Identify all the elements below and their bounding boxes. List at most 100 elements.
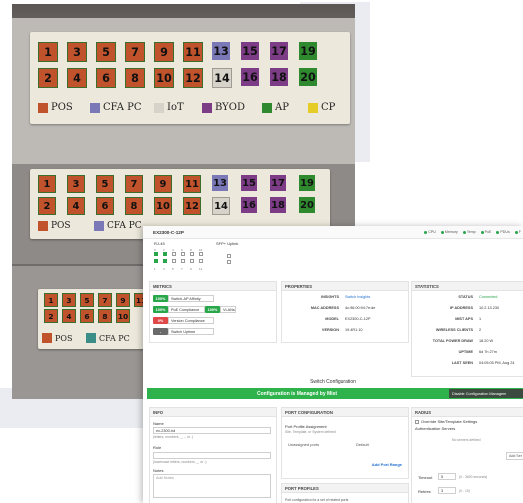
sfp-port-2[interactable] — [227, 260, 231, 264]
timeout-hint: (0 - 3600 seconds) — [459, 475, 488, 479]
override-checkbox[interactable] — [415, 420, 419, 424]
row-value: Connected — [479, 295, 498, 299]
status-dot-icon — [440, 230, 444, 234]
port-number-label: 15 — [241, 42, 259, 60]
legend-label: IoT — [167, 102, 184, 113]
header-stat[interactable]: Temp — [462, 230, 476, 234]
switch-port[interactable] — [190, 252, 194, 256]
port-number-label: 4 — [62, 309, 76, 323]
switch-port[interactable] — [172, 259, 176, 263]
config-managed-banner: Configuration is Managed by Mist Disable… — [147, 388, 523, 399]
port-graphic: RJ-45 SFP+ Uplink 0 2 4 6 8 10 1 3 5 7 9 11 — [151, 240, 271, 280]
header-stat[interactable]: F — [514, 230, 521, 234]
switch-port[interactable] — [163, 252, 167, 256]
sfp-uplink-label: SFP+ Uplink — [216, 241, 239, 246]
row-key: TOTAL POWER DRAW — [432, 339, 473, 343]
port-number-label: 6 — [96, 68, 116, 88]
metric-label[interactable]: Switch Uptime — [168, 328, 214, 335]
add-server-button[interactable]: Add Ser — [506, 452, 523, 460]
row-key: MAC ADDRESS — [310, 306, 339, 310]
switch-port[interactable] — [154, 259, 158, 263]
metric-label[interactable]: PoE Compliance — [168, 306, 205, 313]
timeout-field[interactable]: 5 — [438, 473, 456, 480]
row-value: EX2300-C-12P — [345, 317, 371, 321]
row-key: UPTIME — [458, 350, 473, 354]
port-number: 3 — [163, 267, 165, 271]
header-stat[interactable]: CPU — [424, 230, 436, 234]
header-stat[interactable]: PoE — [480, 230, 492, 234]
port-number-label: 9 — [154, 42, 174, 62]
metric-label[interactable]: VLANs — [220, 306, 236, 313]
port-number-label: 17 — [270, 42, 288, 60]
legend-label: CFA PC — [107, 221, 142, 231]
port-number-label: 14 — [212, 68, 232, 88]
legend-swatch — [154, 102, 164, 113]
port-profiles-panel: PORT PROFILES Port configuration for a s… — [281, 483, 409, 503]
header-stat[interactable]: PDUs — [496, 230, 510, 234]
port-number: 7 — [181, 267, 183, 271]
key-value-row: TOTAL POWER DRAW 18.20 W — [415, 339, 523, 343]
port-number-label: 12 — [183, 68, 203, 88]
retries-field[interactable]: 3 — [438, 487, 456, 494]
header-stat[interactable]: Memory — [440, 230, 458, 234]
port-number: 11 — [199, 267, 203, 271]
switch-port[interactable] — [181, 252, 185, 256]
info-title: INFO — [150, 408, 276, 417]
switch-port[interactable] — [199, 259, 203, 263]
legend-label: BYOD — [215, 102, 245, 113]
disable-config-button[interactable]: Disable Configuration Managem — [449, 389, 523, 398]
port-number-label: 4 — [67, 68, 87, 88]
row-key: MIST APS — [455, 317, 473, 321]
row-value: 18.20 W — [479, 339, 494, 343]
legend-swatch — [90, 102, 100, 113]
header-stat-label: PDUs — [500, 230, 510, 234]
switch-port[interactable] — [172, 252, 176, 256]
header-stat-label: Memory — [444, 230, 458, 234]
switch-port[interactable] — [163, 259, 167, 263]
port-grid — [154, 252, 214, 266]
port-number-label: 17 — [270, 175, 286, 191]
port-number-label: 6 — [80, 309, 94, 323]
legend-swatch — [202, 102, 212, 113]
status-dot-icon — [496, 230, 500, 234]
header-stats: CPU Memory Temp PoE PDUs F — [424, 230, 521, 234]
override-label: Override Site/Template Settings — [421, 419, 478, 424]
port-config-panel: PORT CONFIGURATION Port Profile Assignme… — [281, 407, 409, 479]
port-assignment-label: Port Profile Assignment — [285, 424, 327, 429]
header-stat-label: PoE — [484, 230, 492, 234]
switch-port[interactable] — [190, 259, 194, 263]
port-number-label: 16 — [241, 197, 257, 213]
legend-entry: AP — [262, 102, 289, 113]
switch-port[interactable] — [154, 252, 158, 256]
port-number-label: 19 — [299, 42, 317, 60]
port-number-label: 11 — [183, 42, 203, 62]
unassigned-ports-label: Unassigned ports — [288, 442, 320, 447]
port-number-label: 3 — [67, 175, 85, 193]
key-value-row: MODEL EX2300-C-12P — [285, 317, 411, 321]
port-number-label: 3 — [67, 42, 87, 62]
metrics-panel: METRICS 100% Switch-AP Affinity 100% PoE Co… — [149, 281, 277, 343]
switch-port[interactable] — [181, 259, 185, 263]
row-value: 4c:96:00:94:7e:de — [345, 306, 376, 310]
legend-entry: IoT — [154, 102, 184, 113]
row-value: 6d 7h 27m — [479, 350, 497, 354]
notes-label: Notes — [153, 468, 164, 473]
add-port-range-link[interactable]: Add Port Range — [372, 462, 402, 467]
key-value-row: IP ADDRESS 10.2.13.230 — [415, 306, 523, 310]
notes-field[interactable]: Add Notes — [153, 474, 271, 498]
sfp-port-1[interactable] — [227, 254, 231, 258]
name-field[interactable]: ex-2300-hd — [153, 427, 271, 434]
port-profiles-title: PORT PROFILES — [282, 484, 408, 493]
role-field[interactable] — [153, 452, 271, 459]
header-stat-label: F — [518, 230, 521, 234]
legend-label: CFA PC — [99, 333, 130, 343]
metric-label[interactable]: Version Compliance — [168, 317, 214, 324]
port-number-label: 7 — [98, 293, 112, 307]
status-dot-icon — [514, 230, 518, 234]
port-number-label: 5 — [80, 293, 94, 307]
switch-port[interactable] — [199, 252, 203, 256]
port-number-label: 1 — [44, 293, 58, 307]
row-value: 1 — [479, 317, 482, 321]
legend-swatch — [86, 333, 96, 343]
metric-label[interactable]: Switch-AP Affinity — [168, 295, 214, 302]
